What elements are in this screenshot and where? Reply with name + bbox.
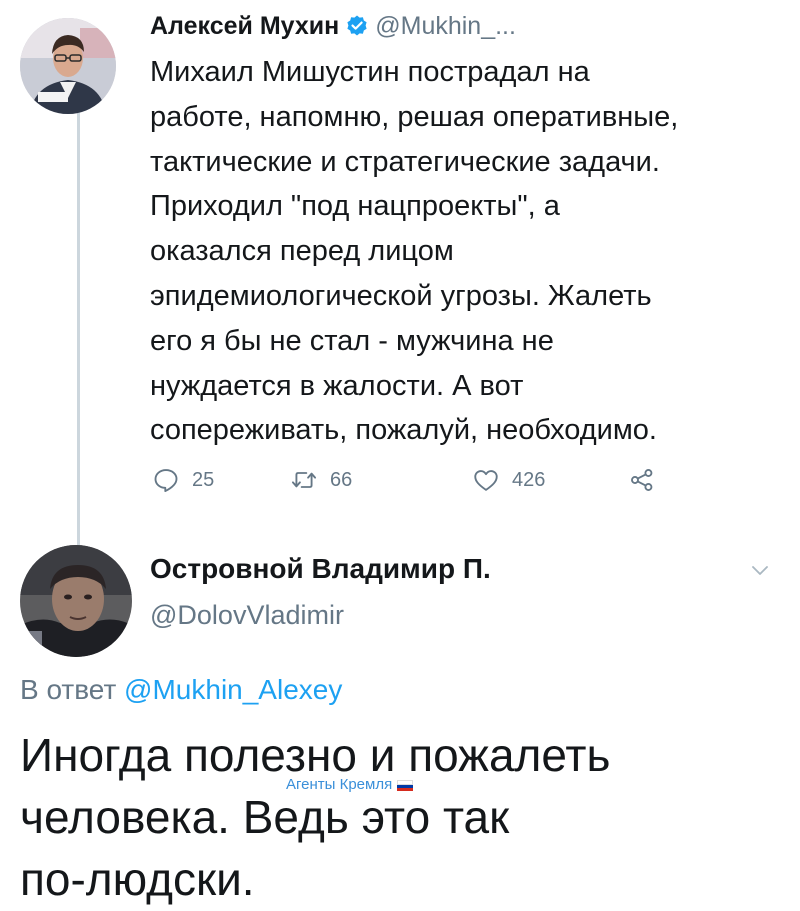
tweet-text-line: Михаил Мишустин пострадал на [150, 56, 590, 88]
avatar[interactable] [20, 545, 132, 657]
avatar-photo [20, 18, 116, 114]
chevron-down-icon[interactable] [748, 558, 772, 582]
avatar-photo [20, 545, 132, 657]
tweet-text: Михаил Мишустин пострадал на работе, нап… [150, 50, 780, 453]
share-icon [631, 469, 653, 491]
reply-button[interactable]: 25 [152, 466, 214, 494]
tweet-actions: 25 66 426 [150, 466, 690, 502]
heart-icon [474, 470, 498, 491]
in-reply-prefix: В ответ [20, 674, 117, 705]
in-reply-handle-link[interactable]: @Mukhin_Alexey [124, 674, 342, 705]
watermark-text: Агенты Кремля [286, 776, 393, 793]
verified-badge-icon [345, 14, 369, 38]
tweet-text-line: сопереживать, пожалуй, необходимо. [150, 414, 657, 447]
reply-count: 25 [192, 468, 215, 491]
retweet-icon [291, 472, 317, 488]
share-button[interactable] [628, 466, 668, 494]
reply-text-line: по-людски. [20, 853, 255, 905]
like-button[interactable]: 426 [472, 466, 545, 494]
author-name[interactable]: Алексей Мухин [150, 12, 339, 41]
russian-flag-icon [397, 779, 414, 792]
reply-text: Иногда полезно и пожалеть человека. Ведь… [20, 724, 780, 910]
reply-icon [154, 469, 178, 493]
retweet-button[interactable]: 66 [290, 466, 352, 494]
tweet-header: Алексей Мухин @Mukhin_... [150, 8, 516, 44]
reply-text-line: человека. Ведь это так [20, 791, 510, 843]
thread-connector-line [77, 108, 80, 548]
reply-author-handle[interactable]: @DolovVladimir [150, 600, 344, 631]
tweet-text-line: эпидемиологической угрозы. Жалеть [150, 279, 652, 312]
tweet-text-line: работе, напомню, решая оперативные, [150, 100, 679, 133]
tweet-text-line: оказался перед лицом [150, 235, 454, 268]
author-handle[interactable]: @Mukhin_... [375, 12, 516, 41]
retweet-count: 66 [330, 468, 353, 491]
avatar[interactable] [20, 18, 116, 114]
in-reply-to: В ответ @Mukhin_Alexey [20, 674, 342, 706]
like-count: 426 [512, 468, 546, 491]
tweet-text-line: нуждается в жалости. А вот [150, 369, 524, 402]
watermark: Агенты Кремля [286, 776, 414, 793]
tweet-text-line: его я бы не стал - мужчина не [150, 324, 554, 357]
tweet-text-line: тактические и стратегические задачи. [150, 145, 660, 178]
reply-author-name[interactable]: Островной Владимир П. [150, 553, 491, 585]
tweet-text-line: Приходил "под нацпроекты", а [150, 190, 560, 223]
